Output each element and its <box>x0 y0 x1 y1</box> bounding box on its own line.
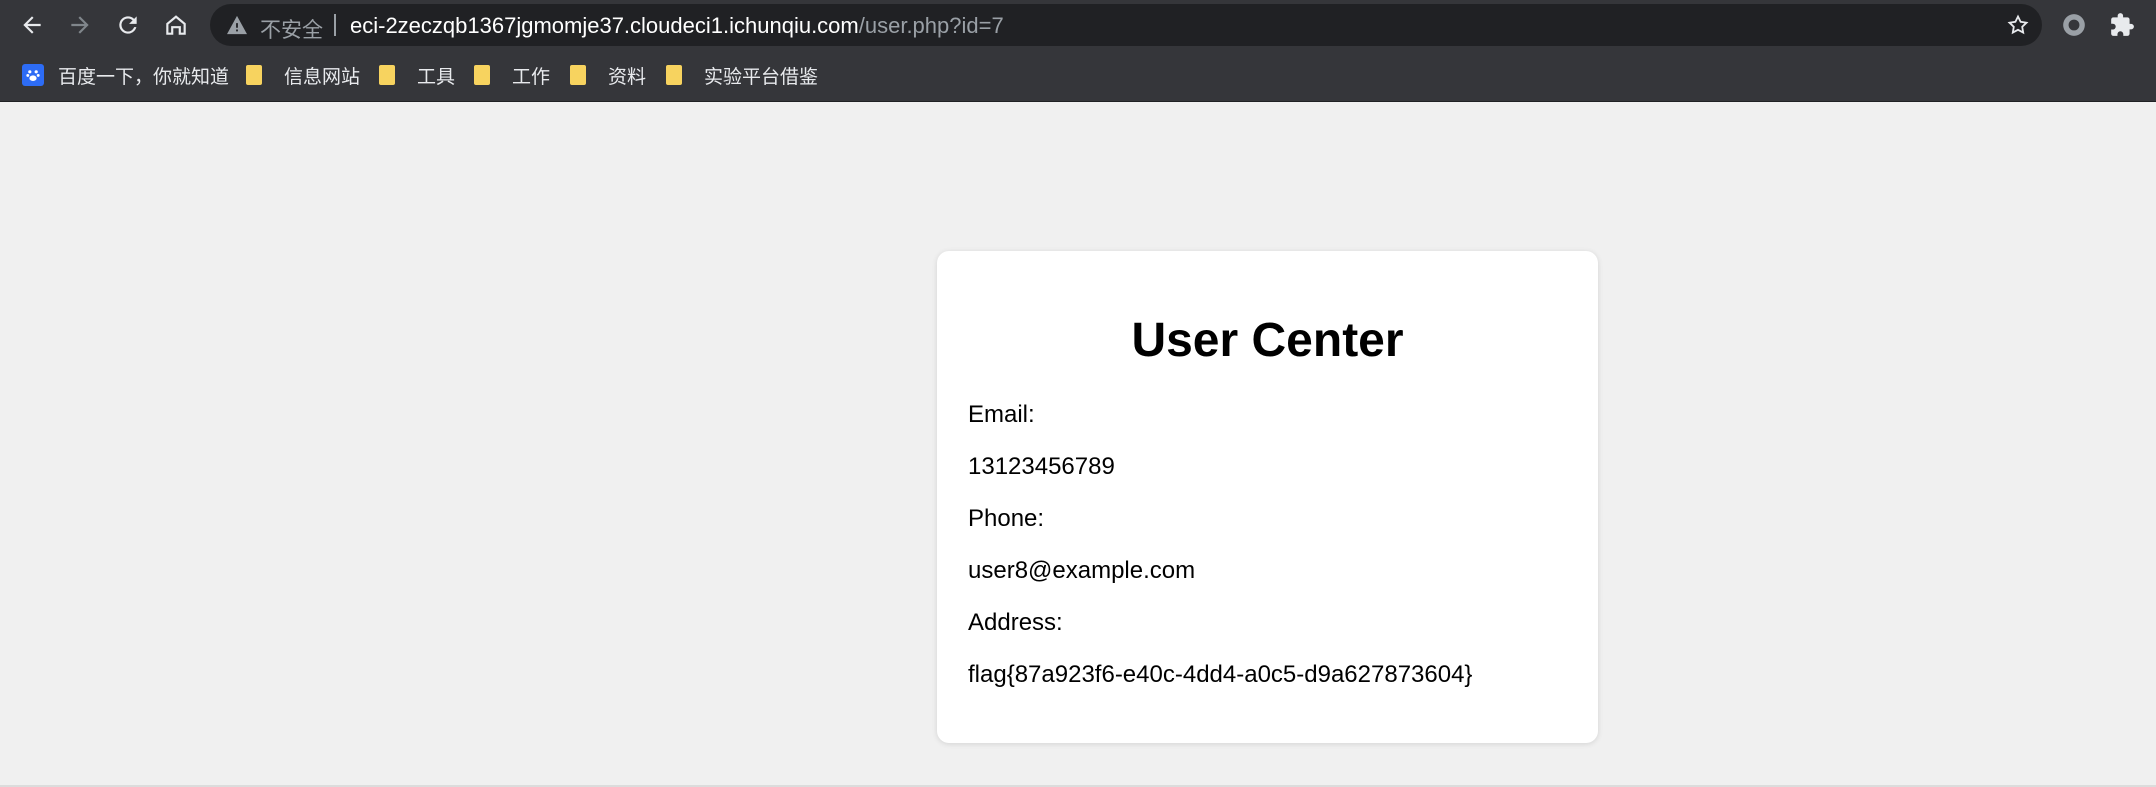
bookmark-folder-work[interactable]: 工作 <box>474 62 550 88</box>
bookmark-folder-tools[interactable]: 工具 <box>379 62 455 88</box>
folder-icon <box>474 65 490 85</box>
folder-icon <box>379 65 395 85</box>
star-bookmark-icon[interactable] <box>2006 13 2030 37</box>
bookmark-label: 信息网站 <box>284 66 361 88</box>
phone-value: user8@example.com <box>968 557 1196 584</box>
bookmark-label: 工具 <box>417 66 456 88</box>
browser-toolbar: 不安全 eci-2zeczqb1367jgmomje37.cloudeci1.i… <box>0 0 2156 50</box>
arrow-left-icon <box>23 16 41 34</box>
email-label: Email: <box>968 401 1035 428</box>
bookmark-label: 百度一下，你就知道 <box>58 66 230 88</box>
bookmark-label: 资料 <box>608 66 647 88</box>
extensions-menu-button[interactable] <box>2106 9 2138 41</box>
phone-label: Phone: <box>968 505 1045 532</box>
record-circle-icon <box>2063 14 2085 36</box>
bookmarks-bar: 百度一下，你就知道 信息网站 工具 工作 资料 实验平台借鉴 <box>0 50 2156 102</box>
bookmark-folder-materials[interactable]: 资料 <box>570 62 646 88</box>
home-icon <box>166 15 186 35</box>
reload-button[interactable] <box>110 7 146 43</box>
page-title: User Center <box>1131 314 1404 367</box>
bookmark-label: 实验平台借鉴 <box>704 66 819 88</box>
user-center-card: User Center Email: 13123456789 Phone: us… <box>937 251 1598 743</box>
forward-button[interactable] <box>62 7 98 43</box>
puzzle-icon <box>2111 13 2134 36</box>
bookmark-folder-info-sites[interactable]: 信息网站 <box>246 62 360 88</box>
extension-button[interactable] <box>2058 9 2090 41</box>
address-label: Address: <box>968 609 1063 636</box>
address-value: flag{87a923f6-e40c-4dd4-a0c5-d9a62787360… <box>968 661 1473 688</box>
url-host: eci-2zeczqb1367jgmomje37.cloudeci1.ichun… <box>350 13 859 38</box>
bookmark-label: 工作 <box>512 66 551 88</box>
folder-icon <box>666 65 682 85</box>
email-value: 13123456789 <box>968 453 1115 480</box>
omnibox-separator <box>334 14 336 36</box>
warning-icon <box>227 15 247 35</box>
url-text[interactable]: eci-2zeczqb1367jgmomje37.cloudeci1.ichun… <box>350 13 1004 39</box>
home-button[interactable] <box>158 7 194 43</box>
arrow-right-icon <box>71 16 89 34</box>
folder-icon <box>570 65 586 85</box>
bookmark-baidu[interactable]: 百度一下，你就知道 <box>22 62 229 88</box>
reload-icon <box>119 16 137 34</box>
address-bar[interactable]: 不安全 eci-2zeczqb1367jgmomje37.cloudeci1.i… <box>210 4 2042 46</box>
bookmark-folder-lab-reference[interactable]: 实验平台借鉴 <box>666 62 818 88</box>
back-button[interactable] <box>14 7 50 43</box>
url-path: /user.php?id=7 <box>858 13 1004 38</box>
folder-icon <box>246 65 262 85</box>
security-label: 不安全 <box>260 19 323 42</box>
baidu-paw-icon <box>22 64 44 86</box>
